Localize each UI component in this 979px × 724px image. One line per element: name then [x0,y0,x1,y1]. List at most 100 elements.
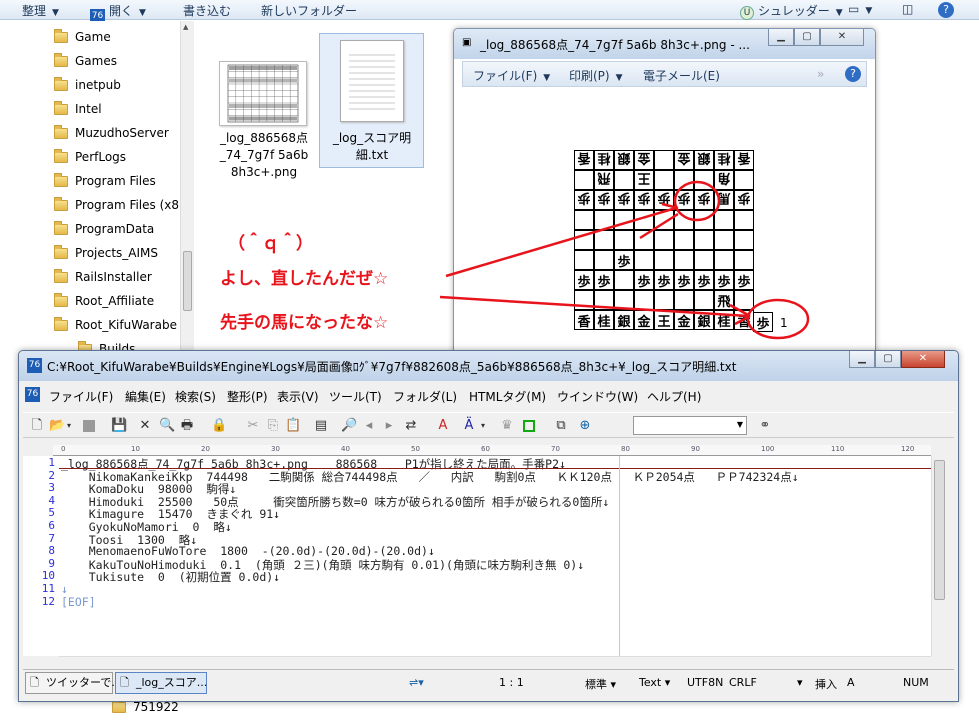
editor-menu-item[interactable]: ヘルプ(H) [647,388,701,405]
editor-menu-item[interactable]: 整形(P) [227,388,268,405]
burn-button[interactable]: 書き込む [183,2,231,19]
status-app-icon[interactable]: ⇌▾ [409,676,424,689]
editor-menu-item[interactable]: HTMLタグ(M) [469,388,546,405]
viewer-minimize-button[interactable]: ▁ [768,29,794,46]
viewer-menu-email[interactable]: 電子メール(E) [643,67,720,84]
tab-twitter[interactable]: 🗋 ツイッターで... [25,672,122,694]
open-dropdown-icon[interactable]: ▾ [65,418,73,434]
view-options-icon[interactable]: ▭ ▼ [848,2,872,16]
line-number-gutter: 1 2 3 4 5 6 7 8 9 10 11 12 [23,456,59,656]
print-preview-icon[interactable]: 🔍 [159,418,175,434]
replace-icon[interactable]: ⇄ [403,418,419,434]
ruler-icon[interactable]: ▤ [313,418,329,434]
close-file-icon[interactable]: ✕ [137,418,153,434]
editor-horizontal-scrollbar[interactable] [59,656,931,668]
nav-item[interactable]: Games [54,51,117,71]
frame-icon[interactable] [523,420,535,432]
status-dropdown[interactable]: ▾ [797,676,803,689]
viewer-titlebar[interactable]: ▣ _log_886568点_74_7g7f 5a6b 8h3c+.png - … [454,29,875,59]
viewer-maximize-button[interactable]: ▢ [794,29,820,46]
editor-close-button[interactable]: ✕ [901,351,945,368]
preview-pane-icon[interactable]: ◫ [902,2,913,16]
nav-item[interactable]: inetpub [54,75,121,95]
nav-scrollbar[interactable]: ▲ [180,21,194,351]
scroll-up-icon[interactable]: ▲ [183,23,188,31]
png-thumbnail-icon[interactable] [219,61,307,126]
editor-menu-item[interactable]: 検索(S) [175,388,216,405]
board-square [734,170,754,190]
editor-menu-icon[interactable]: 76 [25,387,40,402]
editor-menu-item[interactable]: フォルダ(L) [393,388,457,405]
editor-vertical-scrollbar[interactable] [931,456,947,656]
font-color-icon[interactable]: A [435,418,451,434]
file-label-txt[interactable]: _log_スコア明細.txt [322,130,422,164]
editor-menu-item[interactable]: ツール(T) [329,388,382,405]
chevron-down-icon[interactable]: ▼ [737,420,743,429]
nav-item[interactable]: Projects_AIMS [54,243,158,263]
find-next-icon[interactable]: ▸ [381,418,397,434]
nav-item[interactable]: ProgramData [54,219,154,239]
editor-menubar: 76 ファイル(F) 編集(E) 検索(S) 整形(P) 表示(V) ツール(T) フォルダ… [23,385,954,407]
viewer-help-icon[interactable]: ? [845,66,861,82]
shredder-button[interactable]: U シュレッダー ▼ [740,2,843,20]
status-mode[interactable]: 標準 ▾ [585,676,616,692]
editor-menu-item[interactable]: 表示(V) [277,388,319,405]
status-insert[interactable]: 挿入 [815,676,837,692]
status-eol[interactable]: CRLF [729,676,757,689]
tab-score-log[interactable]: 🗋 _log_スコア... [115,672,207,694]
open-folder-icon[interactable]: 📂 [49,418,65,434]
help-icon[interactable]: ? [938,2,954,18]
nav-item[interactable]: Program Files (x8 [54,195,179,215]
viewer-overflow-icon[interactable]: » [817,67,824,81]
editor-maximize-button[interactable]: ▢ [875,351,901,368]
scroll-thumb[interactable] [183,251,192,311]
nav-item[interactable]: PerfLogs [54,147,126,167]
status-encoding[interactable]: UTF8N [687,676,723,689]
viewer-menu-file[interactable]: ファイル(F) ▼ [473,67,550,84]
new-folder-button[interactable]: 新しいフォルダー [261,2,357,19]
nav-item[interactable]: MuzudhoServer [54,123,169,143]
viewer-close-button[interactable]: ✕ [820,29,864,46]
format-dropdown-icon[interactable]: ▾ [479,418,487,434]
viewer-app-icon: ▣ [462,37,472,48]
editor-scroll-thumb[interactable] [934,460,945,600]
find-prev-icon[interactable]: ◂ [361,418,377,434]
status-type[interactable]: Text ▾ [639,676,670,689]
browser-icon[interactable]: ⊕ [577,418,593,434]
editor-minimize-button[interactable]: ▁ [849,351,875,368]
board-square: 歩 [614,250,634,270]
binoculars-icon[interactable]: ⚭ [757,418,773,434]
board-square: 歩 [654,190,674,210]
find-icon[interactable]: 🔎 [341,418,357,434]
tag-icon[interactable]: ♛ [499,418,515,434]
window-icon[interactable]: ⧉ [553,418,569,434]
nav-item[interactable]: Program Files [54,171,156,191]
nav-item[interactable]: Game [54,27,111,47]
stop-icon[interactable] [83,420,95,432]
editor-text-area[interactable]: _log_886568点_74_7g7f 5a6b 8h3c+.png 8865… [59,456,931,656]
save-icon[interactable]: 💾 [111,418,127,434]
cut-icon[interactable]: ✂ [245,418,261,434]
editor-menu-item[interactable]: 編集(E) [125,388,166,405]
lock-icon[interactable]: 🔒 [211,418,227,434]
paste-icon[interactable]: 📋 [285,418,301,434]
board-square [594,290,614,310]
text-file-icon[interactable] [340,40,404,122]
nav-item[interactable]: Root_KifuWarabe [54,315,177,335]
print-icon[interactable]: 🖶 [179,418,195,434]
ruler-tick: 60 [481,445,490,453]
file-label-png[interactable]: _log_886568点_74_7g7f 5a6b 8h3c+.png [214,130,314,181]
editor-menu-item[interactable]: ウインドウ(W) [557,388,638,405]
copy-icon[interactable]: ⎘ [265,418,281,434]
nav-item-bottom[interactable]: 751922 [112,698,179,714]
new-file-icon[interactable]: 🗋 [29,418,45,434]
editor-menu-item[interactable]: ファイル(F) [49,388,113,405]
nav-item[interactable]: Intel [54,99,102,119]
organize-button[interactable]: 整理 ▼ [22,2,59,19]
editor-titlebar[interactable]: 76 C:¥Root_KifuWarabe¥Builds¥Engine¥Logs… [19,351,958,381]
format-icon[interactable]: Ä [461,418,477,434]
nav-item[interactable]: RailsInstaller [54,267,152,287]
nav-item[interactable]: Root_Affiliate [54,291,154,311]
search-combo[interactable]: ▼ [633,416,747,435]
viewer-menu-print[interactable]: 印刷(P) ▼ [569,67,623,84]
